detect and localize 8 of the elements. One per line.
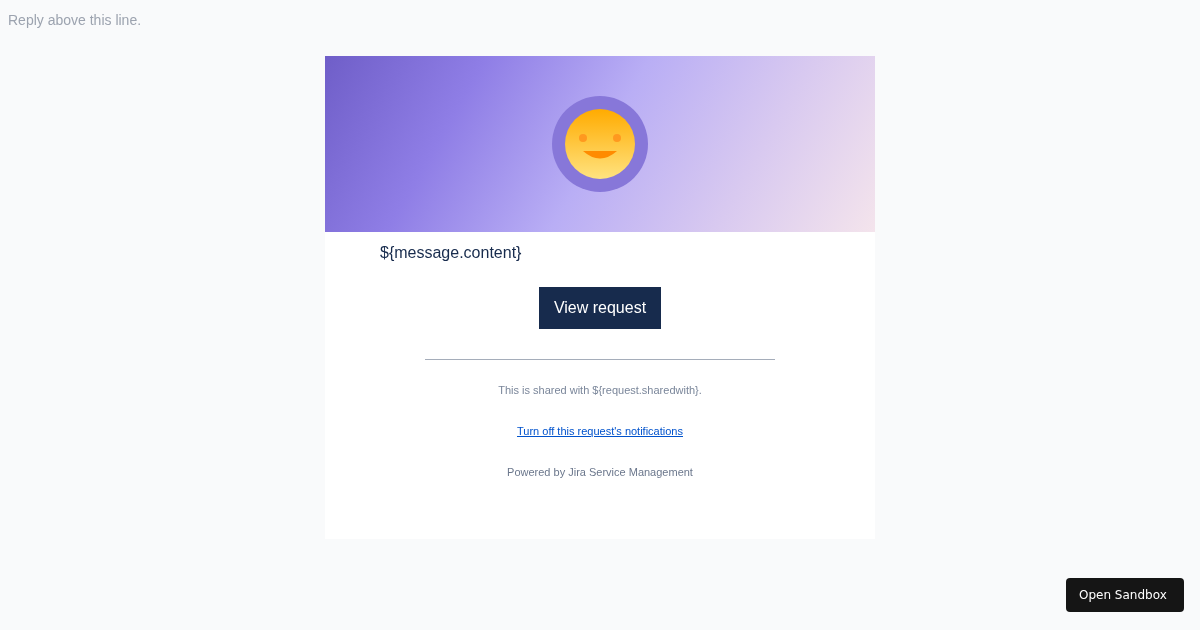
open-sandbox-button[interactable]: Open Sandbox [1066,578,1184,612]
shared-note: This is shared with ${request.sharedwith}. [498,383,702,398]
reply-line-note: Reply above this line. [8,12,142,28]
powered-by-note: Powered by Jira Service Management [507,465,693,480]
smiley-face-icon [552,96,648,192]
message-content: ${message.content} [380,244,522,261]
view-request-button[interactable]: View request [538,287,662,329]
turn-off-notifications-link[interactable]: Turn off this request's notifications [517,422,683,439]
